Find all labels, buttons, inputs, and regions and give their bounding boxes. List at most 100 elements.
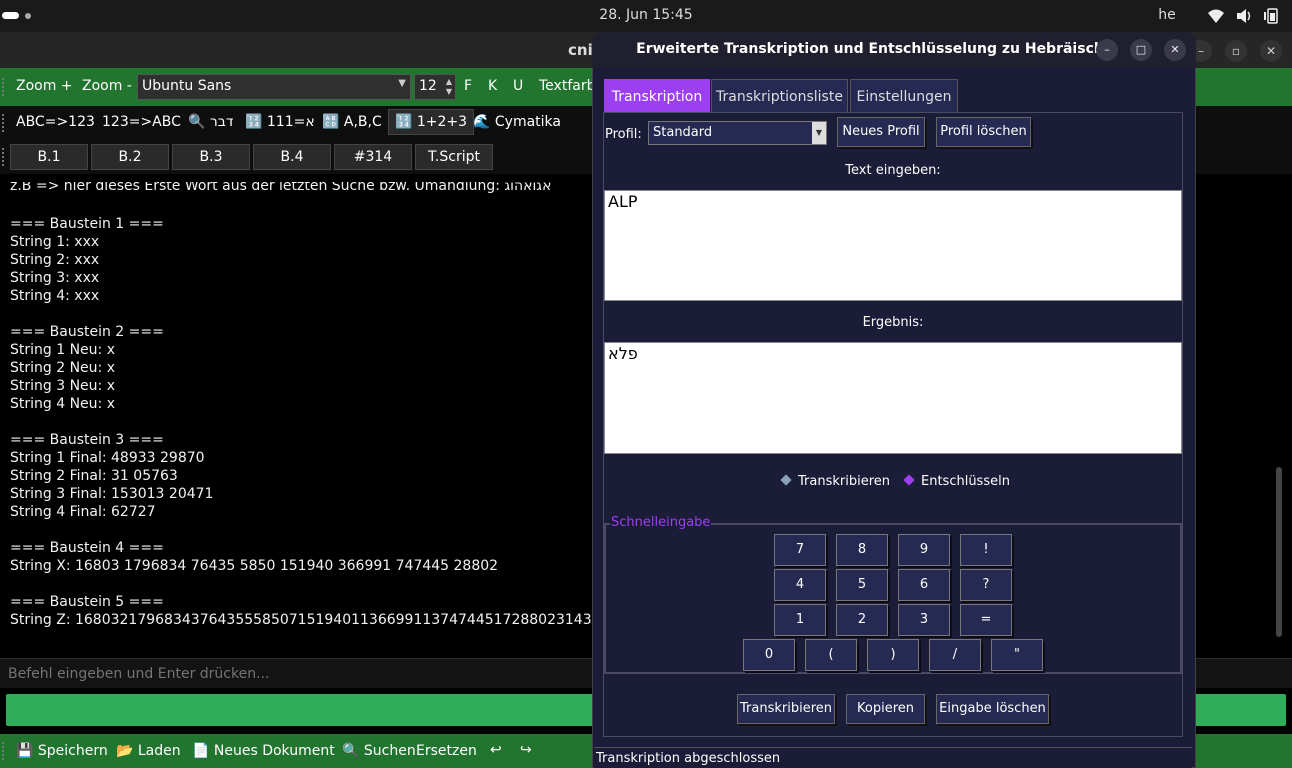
maximize-icon[interactable]: ▫ — [1225, 40, 1247, 62]
radio-transcribe-label: Transkribieren — [798, 474, 890, 489]
block-4-button[interactable]: B.4 — [253, 144, 331, 170]
editor-line: String 2: xxx — [10, 252, 100, 268]
dialog-close-icon[interactable]: ✕ — [1164, 39, 1186, 61]
radio-decrypt[interactable]: Entschlüsseln — [903, 474, 1010, 489]
cymatika-button[interactable]: 🌊 Cymatika — [473, 109, 561, 135]
underline-button[interactable]: U — [513, 78, 523, 94]
profile-select[interactable]: Standard ▼ — [648, 121, 827, 145]
toolbar-grip[interactable] — [2, 114, 6, 132]
new-profile-button[interactable]: Neues Profil — [837, 117, 925, 147]
key-2[interactable]: 2 — [836, 604, 888, 636]
alef-value-button[interactable]: 🔢 א=111 — [245, 109, 315, 135]
toolbar-grip[interactable] — [2, 742, 6, 760]
key-1[interactable]: 1 — [774, 604, 826, 636]
key-7[interactable]: 7 — [774, 534, 826, 566]
radio-transcribe[interactable]: Transkribieren — [780, 474, 890, 489]
key-quote[interactable]: " — [991, 639, 1043, 671]
key-close-paren[interactable]: ) — [867, 639, 919, 671]
zoom-in-button[interactable]: Zoom + — [16, 78, 73, 94]
abc-to-123-button[interactable]: ABC=>123 — [16, 109, 95, 135]
editor-line: String 3 Final: 153013 20471 — [10, 486, 214, 502]
digit-sum-button[interactable]: 🔢 1+2+3 — [388, 109, 475, 135]
keyboard-layout[interactable]: he — [1150, 7, 1184, 23]
search-word-button[interactable]: 🔍 דבר — [188, 109, 234, 135]
input-label: Text eingeben: — [845, 163, 941, 178]
workspace-dot[interactable] — [25, 13, 31, 19]
battery-icon[interactable] — [1263, 8, 1281, 24]
key-question[interactable]: ? — [960, 569, 1012, 601]
editor-line: String X: 16803 1796834 76435 5850 15194… — [10, 558, 499, 574]
transcribe-button[interactable]: Transkribieren — [737, 694, 835, 724]
toolbar-grip[interactable] — [2, 78, 6, 96]
font-select-value: Ubuntu Sans — [142, 78, 232, 94]
dialog-minimize-icon[interactable]: – — [1096, 39, 1118, 61]
radio-decrypt-label: Entschlüsseln — [921, 474, 1010, 489]
load-button[interactable]: 📂 Laden — [116, 743, 181, 759]
key-slash[interactable]: / — [929, 639, 981, 671]
redo-icon[interactable]: ↪ — [520, 742, 532, 758]
hash-314-button[interactable]: #314 — [334, 144, 412, 170]
key-equals[interactable]: = — [960, 604, 1012, 636]
tab-transkriptionsliste[interactable]: Transkriptionsliste — [711, 79, 848, 113]
bold-button[interactable]: F — [464, 78, 472, 94]
font-size-value: 12 — [419, 78, 437, 94]
key-6[interactable]: 6 — [898, 569, 950, 601]
editor-line: === Baustein 5 === — [10, 594, 164, 610]
editor-line: String 1: xxx — [10, 234, 100, 250]
editor-line: String 1 Final: 48933 29870 — [10, 450, 205, 466]
key-4[interactable]: 4 — [774, 569, 826, 601]
clock[interactable]: 28. Jun 15:45 — [560, 7, 732, 23]
block-2-button[interactable]: B.2 — [91, 144, 169, 170]
block-1-button[interactable]: B.1 — [10, 144, 88, 170]
key-9[interactable]: 9 — [898, 534, 950, 566]
editor-line: === Baustein 1 === — [10, 216, 164, 232]
search-button[interactable]: 🔍 Suchen — [342, 743, 416, 759]
tab-einstellungen[interactable]: Einstellungen — [850, 79, 958, 113]
copy-button[interactable]: Kopieren — [846, 694, 925, 724]
key-open-paren[interactable]: ( — [805, 639, 857, 671]
123-to-abc-button[interactable]: 123=>ABC — [102, 109, 181, 135]
font-size-spinner[interactable]: 12 ▲ ▼ — [414, 74, 456, 100]
key-3[interactable]: 3 — [898, 604, 950, 636]
editor-line: String 2 Final: 31 05763 — [10, 468, 178, 484]
scrollbar-thumb[interactable] — [1276, 467, 1282, 637]
editor-line: === Baustein 2 === — [10, 324, 164, 340]
editor-scrollbar[interactable] — [1272, 182, 1286, 652]
input-textarea[interactable]: ALP — [604, 190, 1182, 301]
wifi-icon[interactable] — [1207, 8, 1225, 24]
key-exclamation[interactable]: ! — [960, 534, 1012, 566]
radio-indicator-icon — [903, 474, 915, 486]
abc-letters-button[interactable]: 🔠 A,B,C — [322, 109, 382, 135]
delete-profile-button[interactable]: Profil löschen — [936, 117, 1031, 147]
save-button[interactable]: 💾 Speichern — [16, 743, 108, 759]
workspace-indicator[interactable] — [2, 12, 19, 19]
close-icon[interactable]: ✕ — [1260, 40, 1282, 62]
text-color-button[interactable]: Textfarb — [539, 78, 595, 94]
zoom-out-button[interactable]: Zoom - — [82, 78, 132, 94]
key-0[interactable]: 0 — [743, 639, 795, 671]
key-8[interactable]: 8 — [836, 534, 888, 566]
chevron-down-icon: ▼ — [812, 122, 826, 144]
new-document-button[interactable]: 📄 Neues Dokument — [192, 743, 335, 759]
volume-icon[interactable] — [1235, 8, 1253, 24]
block-3-button[interactable]: B.3 — [172, 144, 250, 170]
result-textarea[interactable]: פלא — [604, 342, 1182, 454]
spinner-arrows-icon[interactable]: ▲ ▼ — [446, 77, 452, 97]
undo-icon[interactable]: ↩ — [490, 742, 502, 758]
tscript-button[interactable]: T.Script — [415, 144, 493, 170]
font-select[interactable]: Ubuntu Sans ▼ — [137, 74, 411, 100]
tab-transkription[interactable]: Transkription — [604, 79, 710, 113]
editor-line: String 3: xxx — [10, 270, 100, 286]
editor-line: String Z: 168032179683437643555850715194… — [10, 612, 623, 628]
dialog-maximize-icon[interactable]: □ — [1130, 39, 1152, 61]
command-input[interactable] — [8, 663, 588, 685]
editor-line: String 1 Neu: x — [10, 342, 115, 358]
clear-input-button[interactable]: Eingabe löschen — [936, 694, 1049, 724]
quick-input-legend: Schnelleingabe — [610, 515, 712, 530]
dialog-title: Erweiterte Transkription und Entschlüsse… — [636, 41, 1104, 57]
italic-button[interactable]: K — [488, 78, 497, 94]
editor-line: === Baustein 3 === — [10, 432, 164, 448]
toolbar-grip[interactable] — [2, 148, 6, 166]
replace-button[interactable]: Ersetzen — [416, 743, 477, 759]
key-5[interactable]: 5 — [836, 569, 888, 601]
